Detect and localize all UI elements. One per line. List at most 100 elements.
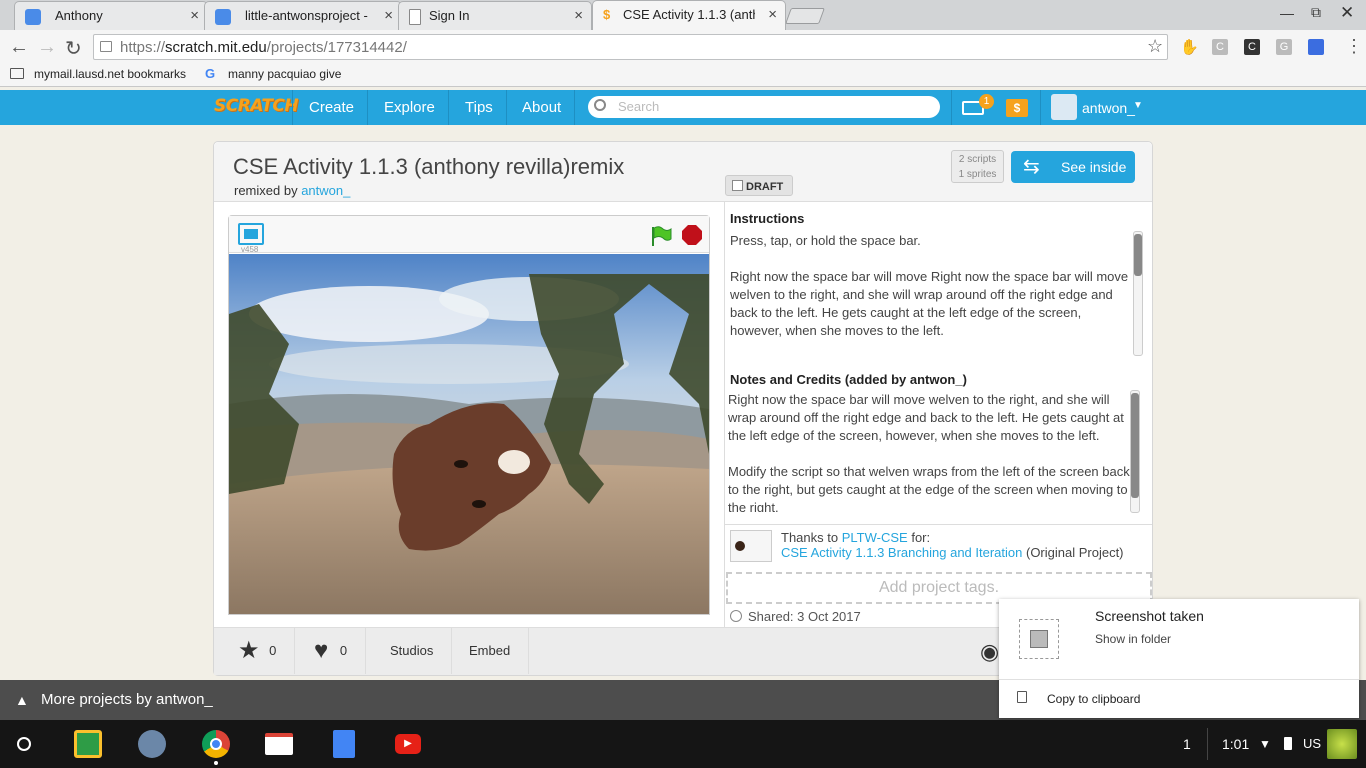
page-icon bbox=[409, 9, 421, 25]
nav-explore[interactable]: Explore bbox=[371, 90, 449, 125]
search-input[interactable]: Search bbox=[588, 96, 940, 118]
draft-badge[interactable]: DRAFT bbox=[725, 175, 793, 196]
launcher-icon[interactable] bbox=[17, 737, 31, 751]
screenshot-notification[interactable]: Screenshot taken Show in folder Copy to … bbox=[999, 599, 1359, 718]
close-icon[interactable]: × bbox=[574, 7, 583, 24]
notes-heading: Notes and Credits (added by antwon_) bbox=[730, 372, 967, 387]
close-icon[interactable]: × bbox=[384, 7, 393, 24]
minimize-icon[interactable]: — bbox=[1280, 5, 1294, 21]
fullscreen-icon[interactable] bbox=[238, 223, 264, 245]
tab-title: Anthony bbox=[55, 8, 103, 23]
scratch-logo[interactable]: SCRATCH bbox=[214, 96, 299, 116]
copy-to-clipboard-button[interactable]: Copy to clipboard bbox=[1047, 692, 1140, 706]
tab-title: Sign In bbox=[429, 8, 470, 23]
stop-icon[interactable] bbox=[681, 224, 703, 249]
favorite-count: 0 bbox=[269, 643, 277, 658]
maximize-icon[interactable]: ⧉ bbox=[1311, 4, 1321, 21]
youtube-icon[interactable]: ▶ bbox=[395, 734, 421, 754]
reload-icon[interactable]: ↻ bbox=[65, 36, 82, 61]
active-app-indicator bbox=[214, 761, 218, 765]
extension-hand-icon[interactable]: ✋ bbox=[1180, 38, 1199, 56]
tab-sign-in[interactable]: Sign In × bbox=[398, 1, 592, 30]
chrome-icon[interactable] bbox=[202, 730, 230, 758]
bookmark-folder-mymail[interactable]: mymail.lausd.net bookmarks bbox=[34, 67, 186, 81]
project-stage[interactable] bbox=[229, 254, 709, 614]
remix-arrows-icon: ⇆ bbox=[1023, 156, 1040, 178]
player-controls bbox=[229, 216, 709, 253]
avatar[interactable] bbox=[1051, 94, 1077, 120]
username[interactable]: antwon_ bbox=[1082, 100, 1135, 116]
extension-g-icon[interactable]: G bbox=[1276, 39, 1292, 55]
embed-button[interactable]: Embed bbox=[451, 628, 530, 674]
clock[interactable]: 1:01 bbox=[1222, 736, 1249, 752]
nav-create[interactable]: Create bbox=[296, 90, 369, 125]
remixer-link[interactable]: antwon_ bbox=[301, 183, 350, 198]
instructions-text[interactable]: Press, tap, or hold the space bar. Right… bbox=[730, 232, 1132, 357]
scratch-studio-icon bbox=[215, 9, 231, 25]
screenshot-icon bbox=[1019, 619, 1059, 659]
new-tab-button[interactable] bbox=[785, 8, 825, 24]
close-window-icon[interactable]: ✕ bbox=[1340, 3, 1354, 23]
copy-icon bbox=[1017, 691, 1027, 703]
page-info-icon[interactable] bbox=[100, 41, 112, 52]
url-text: https://scratch.mit.edu/projects/1773144… bbox=[120, 39, 407, 56]
docs-icon[interactable] bbox=[333, 730, 355, 758]
original-project-link[interactable]: CSE Activity 1.1.3 Branching and Iterati… bbox=[781, 545, 1022, 560]
search-icon bbox=[594, 99, 606, 111]
love-count: 0 bbox=[339, 643, 348, 658]
back-icon[interactable]: ← bbox=[9, 36, 29, 59]
views-eye-icon: ◉ bbox=[980, 639, 1000, 664]
tab-title: little-antwonsproject - Cl bbox=[245, 8, 371, 23]
classroom-icon[interactable] bbox=[74, 730, 102, 758]
original-project-thumbnail[interactable] bbox=[730, 530, 772, 562]
version-label: v458 bbox=[241, 245, 259, 254]
credits-text: Thanks to PLTW-CSE for: CSE Activity 1.1… bbox=[781, 530, 1124, 560]
notification-count[interactable]: 1 bbox=[1183, 736, 1191, 752]
close-icon[interactable]: × bbox=[190, 7, 199, 24]
nav-tips[interactable]: Tips bbox=[452, 90, 507, 125]
google-icon: G bbox=[205, 66, 216, 81]
project-stats: 2 scripts 1 sprites bbox=[951, 150, 1004, 183]
extension-c-icon[interactable]: C bbox=[1212, 39, 1228, 55]
bookmark-star-icon[interactable]: ☆ bbox=[1147, 36, 1163, 57]
tab-little-antwonsproject[interactable]: little-antwonsproject - Cl × bbox=[204, 1, 402, 30]
chevron-down-icon[interactable]: ▼ bbox=[1133, 100, 1143, 111]
chevron-up-icon: ▲ bbox=[15, 692, 29, 708]
notes-scrollbar[interactable] bbox=[1130, 390, 1140, 513]
bookmark-manny[interactable]: manny pacquiao give bbox=[228, 67, 342, 81]
shield-app-icon[interactable] bbox=[138, 730, 166, 758]
scratch-studio-icon bbox=[25, 9, 41, 25]
instructions-scrollbar[interactable] bbox=[1133, 231, 1143, 356]
extension-c-dark-icon[interactable]: C bbox=[1244, 39, 1260, 55]
gmail-icon[interactable] bbox=[265, 733, 293, 755]
battery-icon[interactable] bbox=[1284, 737, 1292, 750]
show-in-folder[interactable]: Show in folder bbox=[1095, 632, 1171, 646]
star-icon: ★ bbox=[238, 637, 260, 664]
close-icon[interactable]: × bbox=[768, 6, 777, 23]
heart-icon: ♥ bbox=[314, 637, 329, 664]
tab-anthony[interactable]: Anthony × bbox=[14, 1, 208, 30]
clock-icon bbox=[730, 610, 742, 622]
nav-about[interactable]: About bbox=[509, 90, 576, 125]
draft-checkbox[interactable] bbox=[732, 180, 743, 191]
instructions-heading: Instructions bbox=[730, 211, 805, 226]
see-inside-button[interactable]: ⇆ See inside bbox=[1011, 151, 1135, 183]
studios-button[interactable]: Studios bbox=[372, 628, 453, 674]
green-flag-icon[interactable] bbox=[650, 225, 672, 246]
forward-icon[interactable]: → bbox=[37, 36, 57, 59]
remixed-by: remixed by antwon_ bbox=[234, 183, 351, 198]
tab-cse-activity[interactable]: $ CSE Activity 1.1.3 (antho × bbox=[592, 0, 786, 30]
scratch-cat-icon: $ bbox=[603, 7, 611, 22]
notes-text[interactable]: Right now the space bar will move welven… bbox=[728, 391, 1132, 512]
user-avatar[interactable] bbox=[1327, 729, 1357, 759]
my-stuff-icon[interactable]: $ bbox=[1006, 99, 1028, 117]
ime-indicator[interactable]: US bbox=[1303, 736, 1321, 751]
message-count-badge: 1 bbox=[979, 94, 994, 109]
favorite-button[interactable]: ★ 0 bbox=[214, 628, 296, 674]
love-button[interactable]: ♥ 0 bbox=[296, 628, 367, 674]
menu-icon[interactable]: ⋮ bbox=[1345, 36, 1363, 57]
project-title[interactable]: CSE Activity 1.1.3 (anthony revilla)remi… bbox=[233, 154, 624, 180]
credit-user-link[interactable]: PLTW-CSE bbox=[842, 530, 908, 545]
wifi-icon[interactable]: ▼ bbox=[1259, 737, 1271, 751]
extension-blue-icon[interactable] bbox=[1308, 39, 1324, 55]
